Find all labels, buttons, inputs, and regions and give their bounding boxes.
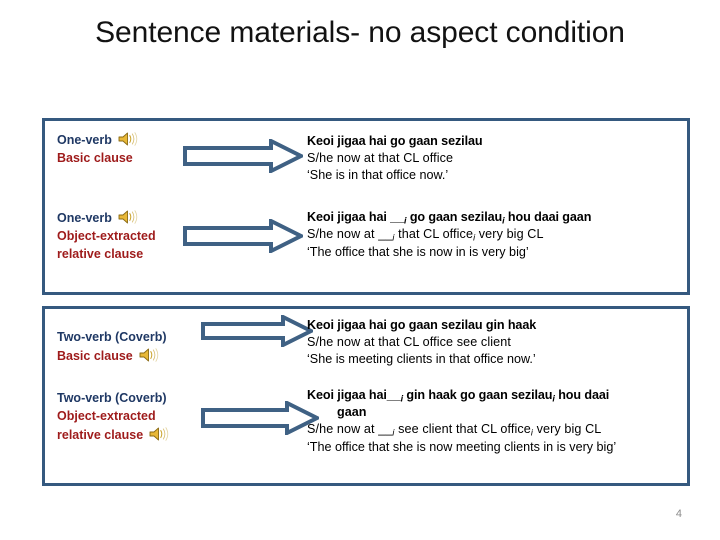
one-verb-panel: One-verb Basic clause Keoi jigaa hai go …	[42, 118, 690, 295]
sentence-translation: ‘She is in that office now.’	[307, 167, 449, 182]
row-label-two-verb-basic: Two-verb (Coverb) Basic clause	[57, 329, 167, 366]
label-type-two-verb: Two-verb (Coverb)	[57, 330, 167, 344]
label-clause-object-extracted-l1: Object-extracted	[57, 228, 156, 243]
label-clause-object-extracted-l1-2: Object-extracted	[57, 408, 156, 423]
sentence-gloss: S/he now at that CL office	[307, 150, 454, 165]
sentence-translation: ‘She is meeting clients in that office n…	[307, 351, 536, 366]
sentence-translation: ‘The office that she is now meeting clie…	[307, 439, 617, 454]
sentence-one-verb-object-extracted: Keoi jigaa hai __i go gaan sezilaui hou …	[307, 209, 687, 261]
label-type-two-verb-2: Two-verb (Coverb)	[57, 391, 167, 405]
label-type-one-verb: One-verb	[57, 131, 138, 150]
block-arrow-right	[201, 313, 316, 352]
sentence-one-verb-basic: Keoi jigaa hai go gaan sezilau S/he now …	[307, 133, 677, 184]
speaker-icon[interactable]	[149, 426, 169, 442]
label-clause-object-extracted-l2: relative clause	[57, 246, 144, 261]
block-arrow-right	[201, 399, 322, 440]
row-label-one-verb-basic: One-verb Basic clause	[57, 131, 138, 168]
label-clause-basic-2: Basic clause	[57, 347, 167, 366]
label-clause-object-extracted-l2-2: relative clause	[57, 426, 169, 445]
speaker-icon[interactable]	[118, 131, 138, 147]
row-label-two-verb-object-extracted: Two-verb (Coverb) Object-extracted relat…	[57, 390, 169, 444]
sentence-target-line2: gaan	[337, 405, 367, 420]
sentence-target: Keoi jigaa hai __i go gaan sezilaui hou …	[307, 210, 592, 226]
page-title: Sentence materials- no aspect condition	[95, 16, 625, 49]
sentence-gloss: S/he now at that CL office see client	[307, 334, 511, 349]
arrow-right-icon	[201, 399, 322, 437]
arrow-right-icon	[183, 137, 306, 175]
sentence-target: Keoi jigaa hai__i gin haak go gaan sezil…	[307, 388, 610, 404]
arrow-right-icon	[183, 217, 306, 255]
page-number: 4	[675, 508, 682, 520]
sentence-gloss: S/he now at __i that CL officei very big…	[307, 227, 544, 243]
sentence-translation: ‘The office that she is now in is very b…	[307, 244, 529, 259]
two-verb-panel: Two-verb (Coverb) Basic clause Keoi jiga…	[42, 306, 690, 486]
speaker-icon[interactable]	[139, 347, 159, 363]
sentence-two-verb-basic: Keoi jigaa hai go gaan sezilau gin haak …	[307, 317, 687, 368]
sentence-gloss: S/he now at __i see client that CL offic…	[307, 422, 602, 438]
row-label-one-verb-object-extracted: One-verb Object-extracted relative claus…	[57, 209, 156, 263]
block-arrow-right	[183, 217, 306, 258]
block-arrow-right	[183, 137, 306, 178]
arrow-right-icon	[201, 313, 316, 349]
sentence-target: Keoi jigaa hai go gaan sezilau	[307, 134, 483, 148]
sentence-two-verb-object-extracted: Keoi jigaa hai__i gin haak go gaan sezil…	[307, 387, 707, 456]
speaker-icon[interactable]	[118, 209, 138, 225]
label-clause-basic: Basic clause	[57, 150, 133, 165]
label-type-one-verb-2: One-verb	[57, 209, 156, 228]
sentence-target: Keoi jigaa hai go gaan sezilau gin haak	[307, 318, 537, 332]
